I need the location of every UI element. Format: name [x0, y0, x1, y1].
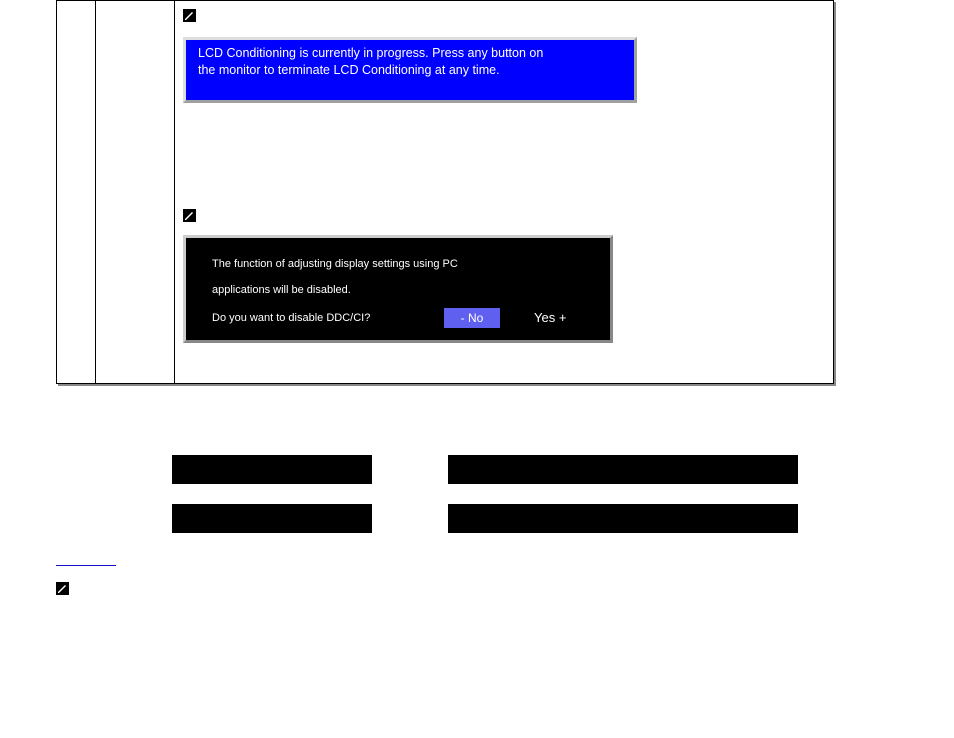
ddc-ci-disable-dialog: The function of adjusting display settin… [183, 235, 613, 343]
table-col-2 [96, 1, 175, 383]
redacted-block-4 [448, 504, 798, 533]
note-icon [183, 9, 196, 22]
ddc-question: Do you want to disable DDC/CI? [212, 312, 370, 324]
yes-button[interactable]: Yes + [534, 308, 566, 328]
redacted-block-1 [172, 455, 372, 484]
redacted-block-2 [448, 455, 798, 484]
note-icon [56, 582, 69, 595]
redacted-block-3 [172, 504, 372, 533]
no-button[interactable]: - No [444, 308, 500, 328]
lcd-message-line1: LCD Conditioning is currently in progres… [198, 46, 543, 60]
ddc-line1: The function of adjusting display settin… [212, 258, 458, 270]
document-table: LCD Conditioning is currently in progres… [56, 0, 834, 384]
lcd-message-line2: the monitor to terminate LCD Conditionin… [198, 63, 500, 77]
ddc-line2: applications will be disabled. [212, 284, 351, 296]
lcd-conditioning-message: LCD Conditioning is currently in progres… [183, 37, 637, 103]
link-underline [56, 565, 116, 566]
table-col-3: LCD Conditioning is currently in progres… [175, 1, 833, 383]
table-col-1 [57, 1, 96, 383]
note-icon [183, 209, 196, 222]
